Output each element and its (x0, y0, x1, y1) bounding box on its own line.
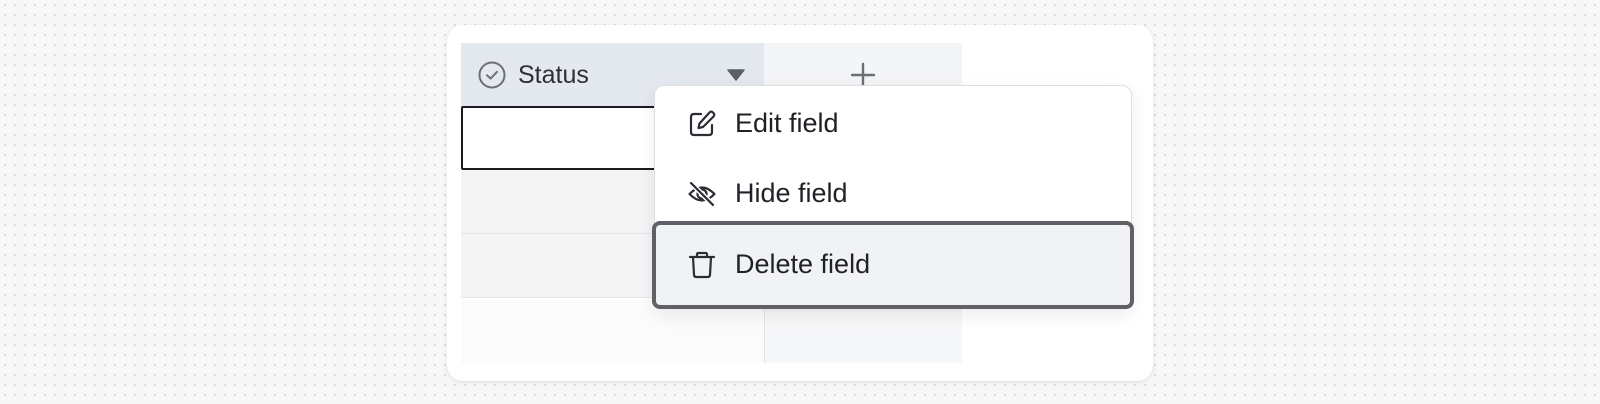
check-circle-icon (478, 61, 506, 89)
edit-icon (689, 110, 716, 137)
eye-off-icon (688, 180, 716, 208)
menu-item-label: Hide field (735, 178, 848, 208)
menu-item-delete-field[interactable]: Delete field (652, 221, 1134, 309)
status-column-label: Status (518, 61, 589, 89)
caret-down-icon[interactable] (727, 69, 745, 81)
field-context-menu: Edit field Hide field Delete field (652, 85, 1134, 309)
menu-item-edit-field[interactable]: Edit field (655, 90, 1131, 156)
menu-item-hide-field[interactable]: Hide field (655, 160, 1131, 226)
trash-icon (688, 251, 716, 279)
menu-item-label: Edit field (735, 108, 839, 138)
menu-item-label: Delete field (735, 249, 871, 279)
